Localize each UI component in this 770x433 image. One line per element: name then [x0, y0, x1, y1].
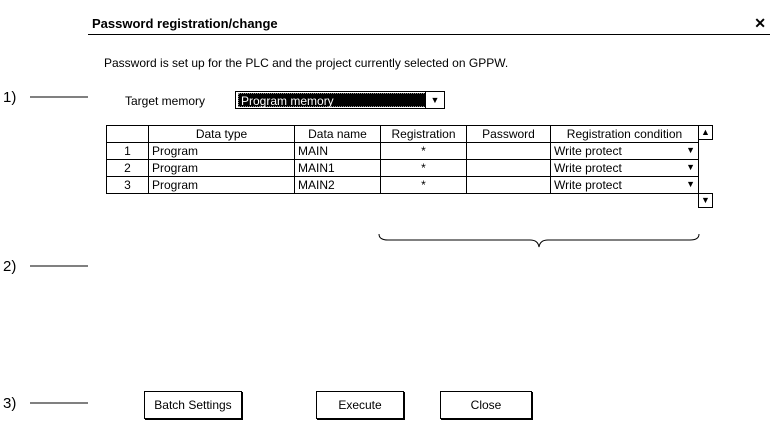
close-icon[interactable]: ✕: [754, 15, 766, 32]
password-input[interactable]: [466, 159, 551, 177]
password-dialog: Password registration/change ✕ Password …: [88, 14, 770, 433]
header-registration: Registration: [380, 125, 467, 143]
chevron-down-icon[interactable]: ▼: [686, 179, 695, 189]
condition-select[interactable]: Write protect ▼: [550, 142, 699, 160]
row-number: 1: [106, 142, 149, 160]
arrow-up-icon[interactable]: ▲: [698, 125, 713, 140]
header-no: [106, 125, 149, 143]
description-text: Password is set up for the PLC and the p…: [104, 56, 509, 70]
condition-select[interactable]: Write protect ▼: [550, 159, 699, 177]
table-header-row: Data type Data name Registration Passwor…: [106, 125, 699, 143]
target-memory-label: Target memory: [125, 94, 206, 108]
dialog-title: Password registration/change: [92, 16, 278, 31]
callout-3: 3): [3, 395, 17, 412]
execute-button[interactable]: Execute: [316, 391, 404, 419]
title-bar: Password registration/change ✕: [88, 14, 770, 35]
row-number: 3: [106, 176, 149, 194]
data-type-cell: Program: [148, 159, 295, 177]
condition-value: Write protect: [554, 161, 622, 175]
condition-value: Write protect: [554, 178, 622, 192]
chevron-down-icon[interactable]: ▼: [686, 145, 695, 155]
header-data-type: Data type: [148, 125, 295, 143]
chevron-down-icon[interactable]: ▼: [425, 92, 444, 108]
callout-2: 2): [3, 258, 17, 275]
batch-settings-button[interactable]: Batch Settings: [144, 391, 242, 419]
registration-cell: *: [380, 176, 467, 194]
data-type-cell: Program: [148, 142, 295, 160]
table-row[interactable]: 3 Program MAIN2 * Write protect ▼: [106, 176, 699, 194]
close-button[interactable]: Close: [440, 391, 532, 419]
data-name-cell: MAIN2: [294, 176, 381, 194]
registration-cell: *: [380, 142, 467, 160]
data-name-cell: MAIN: [294, 142, 381, 160]
password-table: Data type Data name Registration Passwor…: [106, 125, 699, 194]
password-input[interactable]: [466, 142, 551, 160]
target-memory-select[interactable]: Program memory ▼: [235, 91, 445, 109]
registration-cell: *: [380, 159, 467, 177]
table-row[interactable]: 2 Program MAIN1 * Write protect ▼: [106, 159, 699, 177]
table-row[interactable]: 1 Program MAIN * Write protect ▼: [106, 142, 699, 160]
header-password: Password: [466, 125, 551, 143]
condition-value: Write protect: [554, 144, 622, 158]
target-memory-value: Program memory: [238, 93, 426, 108]
data-type-cell: Program: [148, 176, 295, 194]
row-number: 2: [106, 159, 149, 177]
password-input[interactable]: [466, 176, 551, 194]
chevron-down-icon[interactable]: ▼: [686, 162, 695, 172]
arrow-down-icon[interactable]: ▼: [698, 193, 713, 208]
curly-brace: [378, 234, 700, 248]
data-name-cell: MAIN1: [294, 159, 381, 177]
condition-select[interactable]: Write protect ▼: [550, 176, 699, 194]
header-data-name: Data name: [294, 125, 381, 143]
header-registration-condition: Registration condition: [550, 125, 699, 143]
callout-1: 1): [3, 89, 17, 106]
table-scrollbar[interactable]: ▲ ▼: [698, 125, 713, 233]
